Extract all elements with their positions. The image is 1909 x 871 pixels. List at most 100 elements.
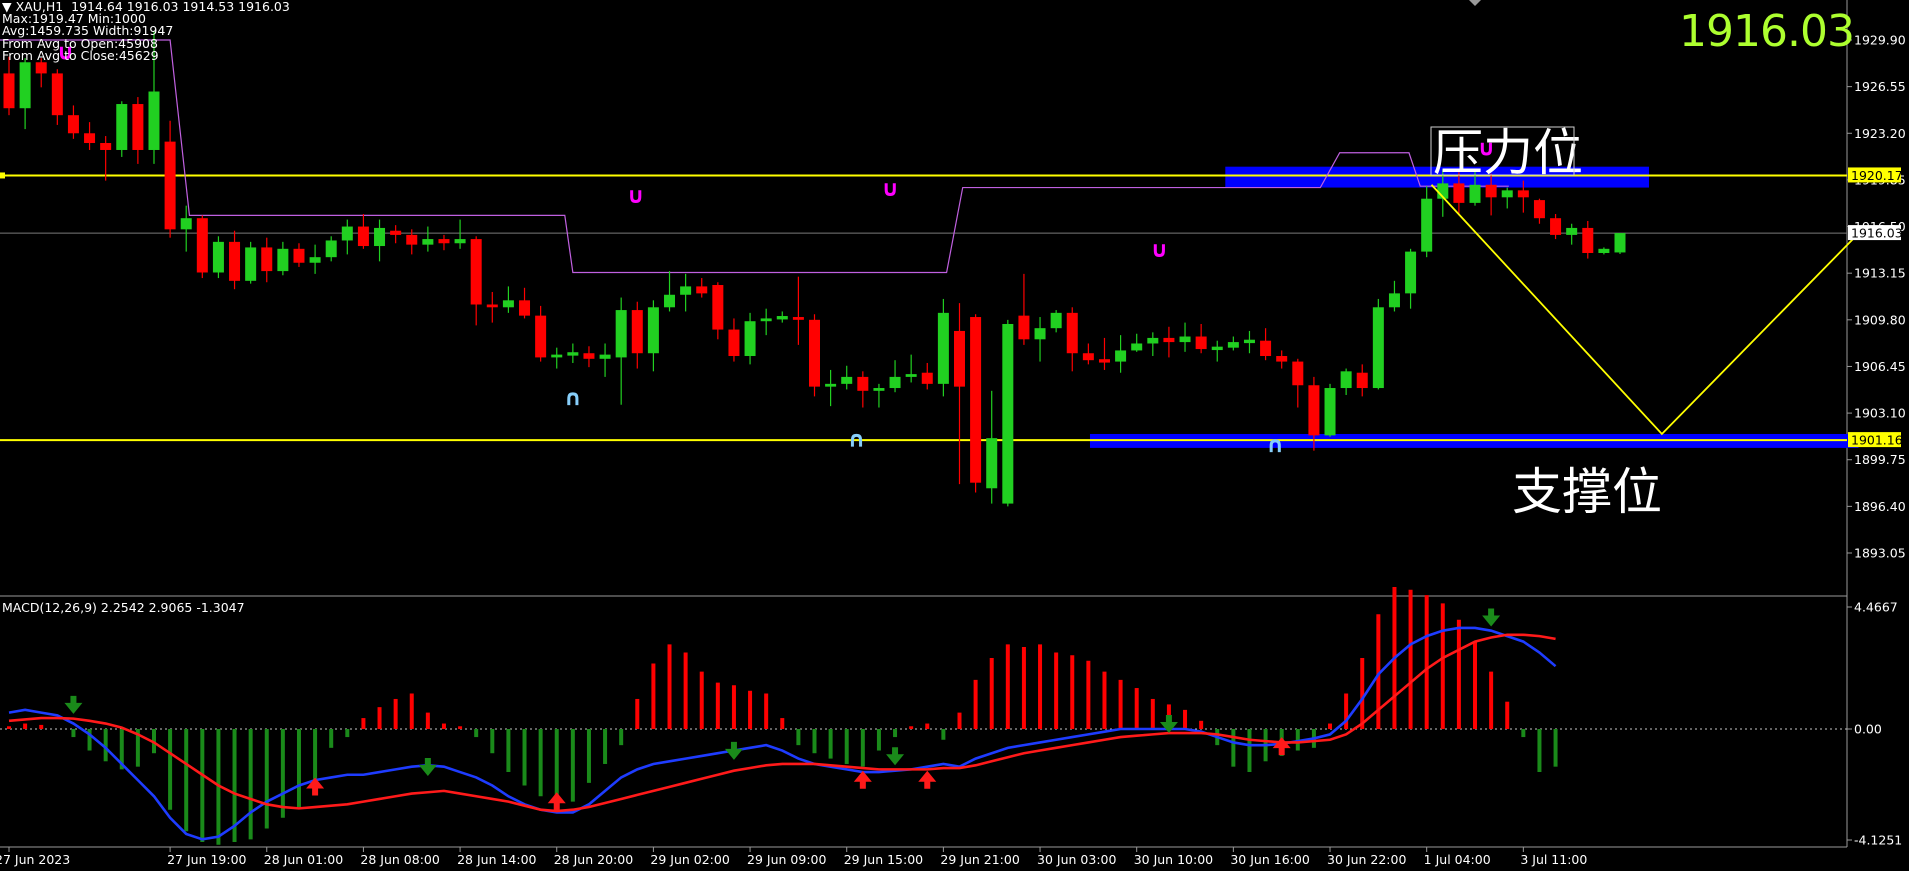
bull-candle [1372, 307, 1384, 389]
buy-arrow-shape [1272, 737, 1291, 756]
macd-line [8, 626, 1557, 841]
bear-candle [1453, 183, 1465, 203]
bear-candle [535, 315, 547, 358]
bull-candle [180, 218, 192, 230]
bear-candle [1308, 385, 1320, 436]
bear-candle [809, 319, 820, 387]
bear-candle [357, 226, 369, 247]
price-axis-label: 1913.15 [1854, 266, 1906, 281]
chart-shift-marker[interactable] [1469, 0, 1481, 6]
bear-candle [164, 141, 176, 230]
bear-candle [196, 218, 208, 273]
macd-axis-label: 4.4667 [1854, 600, 1898, 615]
time-axis-label: 27 Jun 19:00 [167, 852, 246, 867]
chart-canvas[interactable]: ∪∪∪∪∪∩∩∩ 1929.901926.551923.201919.85191… [0, 0, 1909, 871]
sell-arrow-shape [418, 758, 437, 777]
trading-chart-window: ∪∪∪∪∪∩∩∩ 1929.901926.551923.201919.85191… [0, 0, 1909, 871]
sell-arrow-icon [724, 741, 743, 760]
bull-candle [374, 227, 386, 247]
bear-candle [1195, 336, 1207, 350]
bear-candle [631, 310, 643, 354]
support-label: 支撑位 [1512, 463, 1662, 521]
sell-arrow-shape [724, 741, 743, 760]
bear-candle [1517, 190, 1529, 198]
sell-arrow-shape [64, 695, 83, 714]
price-axis-label: 1926.55 [1854, 79, 1906, 94]
bull-candle [277, 248, 289, 272]
sell-arrow-icon [886, 747, 905, 766]
time-axis-label: 29 Jun 02:00 [650, 852, 729, 867]
bear-candle [438, 239, 450, 244]
macd-indicator-label[interactable]: MACD(12,26,9) 2.2542 2.9065 -1.3047 [2, 600, 245, 615]
bear-candle [1163, 337, 1175, 343]
bull-candle [341, 226, 353, 241]
bear-candle [3, 73, 15, 109]
time-axis-label: 30 Jun 10:00 [1134, 852, 1213, 867]
bull-candle [309, 257, 321, 263]
price-axis-label: 1923.20 [1854, 126, 1906, 141]
axes: 1929.901926.551923.201919.851916.501913.… [0, 33, 1906, 868]
bull-candle [1614, 233, 1626, 253]
sell-arrow-icon [1482, 608, 1501, 627]
bull-candle [422, 239, 434, 245]
macd-axis-label: 0.00 [1854, 722, 1882, 737]
bear-candle [293, 248, 305, 263]
price-axis-label: 1893.05 [1854, 546, 1906, 561]
fractal-top-marker: ∪ [1150, 238, 1168, 263]
fractal-top-marker: ∪ [627, 184, 645, 209]
bear-candle [84, 133, 96, 144]
bear-candle [1276, 356, 1288, 362]
bear-candle [696, 286, 708, 294]
fractal-bottom-marker: ∩ [1266, 433, 1284, 458]
buy-arrow-icon [853, 770, 872, 789]
header-line-avg-close: From Avg to Close:45629 [2, 47, 159, 63]
bear-candle [1485, 184, 1497, 198]
bear-candle [390, 230, 402, 235]
bear-candle [1533, 200, 1545, 219]
bull-candle [212, 241, 224, 273]
buy-arrow-icon [1272, 737, 1291, 756]
bull-candle [1421, 198, 1433, 252]
bull-candle [1324, 388, 1336, 436]
bull-candle [873, 388, 885, 391]
bull-candle [116, 104, 128, 150]
bull-candle [986, 438, 998, 489]
bull-candle [680, 286, 692, 295]
buy-arrow-icon [918, 770, 937, 789]
bear-candle [67, 115, 79, 134]
bear-candle [712, 285, 724, 330]
bear-candle [792, 317, 804, 320]
bear-candle [1550, 218, 1562, 235]
bear-candle [35, 62, 47, 74]
time-axis-label: 27 Jun 2023 [0, 852, 70, 867]
bull-candle [551, 354, 563, 358]
price-axis-label: 1903.10 [1854, 406, 1906, 421]
time-axis-label: 1 Jul 04:00 [1424, 852, 1491, 867]
bear-candle [1356, 372, 1368, 389]
bull-candle [1227, 342, 1239, 348]
bear-candle [406, 234, 418, 245]
bull-candle [1147, 337, 1159, 344]
resistance-line-anchor[interactable] [0, 172, 5, 179]
sell-arrow-shape [886, 747, 905, 766]
projection-zigzag[interactable] [1430, 184, 1860, 436]
bear-candle [1098, 359, 1110, 363]
price-axis-label: 1906.45 [1854, 359, 1906, 374]
bull-candle [1131, 343, 1143, 351]
time-axis-label: 30 Jun 16:00 [1230, 852, 1309, 867]
buy-arrow-shape [547, 792, 566, 811]
current-price-display: 1916.03 [1679, 6, 1855, 57]
sell-arrow-shape [1482, 608, 1501, 627]
bear-candle [519, 300, 531, 316]
fractal-bottom-marker: ∩ [564, 386, 582, 411]
bull-candle [905, 374, 917, 377]
time-axis-label: 30 Jun 22:00 [1327, 852, 1406, 867]
time-axis-label: 29 Jun 09:00 [747, 852, 826, 867]
sell-arrow-icon [418, 758, 437, 777]
price-axis-label: 1899.75 [1854, 452, 1906, 467]
bear-candle [261, 247, 273, 272]
bull-candle [1034, 328, 1046, 340]
buy-arrow-shape [853, 770, 872, 789]
bear-candle [1018, 315, 1030, 340]
bull-candle [776, 316, 788, 320]
